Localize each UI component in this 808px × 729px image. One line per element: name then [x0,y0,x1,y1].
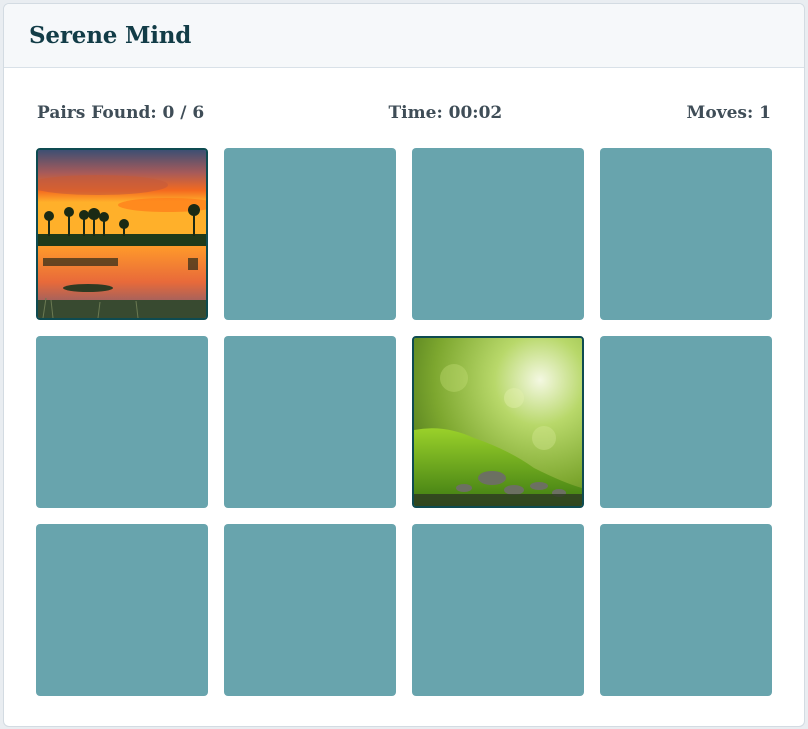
memory-card-11[interactable] [412,524,584,696]
memory-card-9[interactable] [36,524,208,696]
memory-card-7[interactable] [412,336,584,508]
timer: Time: 00:02 [388,103,503,123]
card-grid [36,148,772,696]
memory-card-6[interactable] [224,336,396,508]
memory-card-5[interactable] [36,336,208,508]
memory-card-1[interactable] [36,148,208,320]
memory-card-12[interactable] [600,524,772,696]
sunset-lake-image [38,150,206,318]
memory-card-2[interactable] [224,148,396,320]
memory-card-3[interactable] [412,148,584,320]
mossy-forest-image [414,338,582,506]
moves-counter: Moves: 1 [686,103,771,123]
memory-card-10[interactable] [224,524,396,696]
game-window: Serene Mind Pairs Found: 0 / 6 Time: 00:… [3,3,805,727]
title-bar: Serene Mind [4,4,804,68]
stats-bar: Pairs Found: 0 / 6 Time: 00:02 Moves: 1 [37,100,771,126]
memory-card-4[interactable] [600,148,772,320]
memory-card-8[interactable] [600,336,772,508]
pairs-found-counter: Pairs Found: 0 / 6 [37,103,205,123]
app-title: Serene Mind [29,22,192,49]
